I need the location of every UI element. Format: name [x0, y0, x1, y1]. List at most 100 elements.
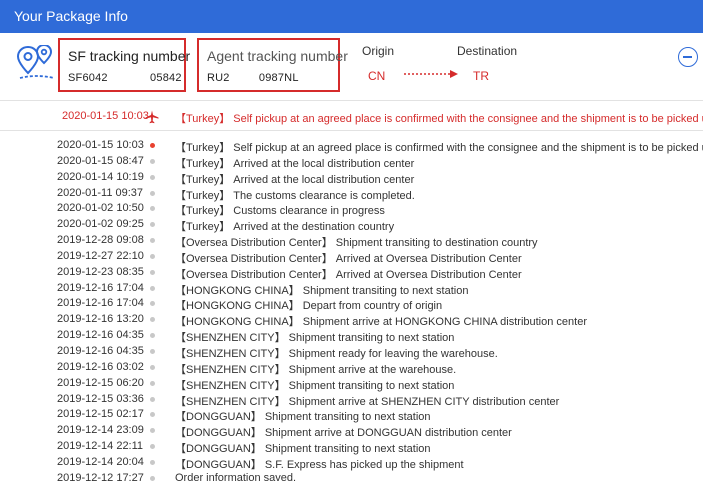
status-dot — [150, 317, 155, 323]
timeline-row: 2020-01-02 09:25 【Turkey】 Arrived at the … — [0, 217, 703, 233]
status-dot — [150, 269, 155, 275]
status-dot — [150, 396, 155, 402]
status-dot — [150, 380, 155, 386]
latest-status-time: 2020-01-15 10:03 — [62, 110, 149, 122]
divider — [0, 130, 703, 131]
event-time: 2019-12-16 17:04 — [57, 281, 144, 294]
event-message: 【SHENZHEN CITY】 Shipment arrive at SHENZ… — [175, 395, 560, 408]
status-dot — [150, 301, 155, 307]
latest-status-message: 【Turkey】 Self pickup at an agreed place … — [175, 113, 703, 125]
event-time: 2019-12-16 13:20 — [57, 313, 144, 326]
status-dot — [150, 412, 155, 418]
event-time: 2019-12-16 04:35 — [57, 344, 144, 357]
event-time: 2019-12-23 08:35 — [57, 265, 144, 278]
collapse-button[interactable] — [678, 47, 698, 67]
timeline-row: 2019-12-14 23:09 【DONGGUAN】 Shipment arri… — [0, 423, 703, 439]
status-dot — [150, 333, 155, 339]
event-message: 【SHENZHEN CITY】 Shipment arrive at the w… — [175, 363, 457, 376]
timeline-row: 2019-12-16 03:02 【SHENZHEN CITY】 Shipment… — [0, 360, 703, 376]
event-message: 【SHENZHEN CITY】 Shipment ready for leavi… — [175, 347, 498, 360]
plane-icon — [145, 110, 159, 124]
event-time: 2019-12-16 04:35 — [57, 329, 144, 342]
destination-header: Destination — [457, 44, 518, 58]
event-time: 2019-12-15 06:20 — [57, 376, 144, 389]
origin-header: Origin — [362, 44, 395, 58]
status-dot — [150, 174, 155, 180]
timeline-row: 2019-12-16 04:35 【SHENZHEN CITY】 Shipment… — [0, 328, 703, 344]
event-time: 2019-12-16 03:02 — [57, 360, 144, 373]
timeline-row: 2019-12-16 13:20 【HONGKONG CHINA】 Shipmen… — [0, 312, 703, 328]
status-dot — [150, 222, 155, 228]
event-message: 【HONGKONG CHINA】 Depart from country of … — [175, 300, 443, 313]
timeline-row: 2019-12-27 22:10 【Oversea Distribution Ce… — [0, 249, 703, 265]
package-summary: SF tracking number SF6042 05842 Agent tr… — [0, 33, 703, 100]
timeline-row: 2020-01-14 10:19 【Turkey】 Arrived at the … — [0, 170, 703, 186]
sf-tracking-label: SF tracking number — [68, 48, 191, 64]
timeline-row: 2019-12-23 08:35 【Oversea Distribution Ce… — [0, 265, 703, 281]
event-time: 2020-01-02 09:25 — [57, 218, 144, 231]
event-message: 【Turkey】 Arrived at the local distributi… — [175, 173, 415, 186]
event-message: 【Turkey】 Customs clearance in progress — [175, 205, 385, 218]
event-message: 【DONGGUAN】 Shipment transiting to next s… — [175, 443, 431, 456]
timeline-row: 2020-01-11 09:37 【Turkey】 The customs cle… — [0, 186, 703, 202]
status-dot — [150, 348, 155, 354]
event-message: Order information saved. — [175, 471, 297, 484]
status-dot — [150, 238, 155, 244]
timeline-row: 2020-01-15 10:03 【Turkey】 Self pickup at … — [0, 138, 703, 154]
timeline-row: 2019-12-16 04:35 【SHENZHEN CITY】 Shipment… — [0, 344, 703, 360]
destination-code: TR — [473, 69, 489, 83]
event-message: 【DONGGUAN】 S.F. Express has picked up th… — [175, 458, 464, 471]
event-time: 2019-12-14 20:04 — [57, 455, 144, 468]
sf-tracking-box: SF tracking number SF6042 05842 — [58, 38, 190, 92]
event-time: 2019-12-28 09:08 — [57, 234, 144, 247]
tracking-timeline: 2020-01-15 10:03 【Turkey】 Self pickup at … — [0, 138, 703, 487]
event-time: 2019-12-16 17:04 — [57, 297, 144, 310]
status-dot — [150, 190, 155, 196]
event-message: 【Oversea Distribution Center】 Arrived at… — [175, 268, 522, 281]
timeline-row: 2019-12-28 09:08 【Oversea Distribution Ce… — [0, 233, 703, 249]
event-time: 2020-01-11 09:37 — [57, 186, 144, 199]
latest-status: 2020-01-15 10:03 【Turkey】 Self pickup at… — [0, 108, 703, 126]
status-dot — [150, 428, 155, 434]
status-dot — [150, 285, 155, 291]
panel-title: Your Package Info — [0, 0, 703, 33]
timeline-row: 2019-12-15 03:36 【SHENZHEN CITY】 Shipment… — [0, 392, 703, 408]
location-pins-icon — [16, 45, 55, 79]
event-time: 2020-01-14 10:19 — [57, 170, 144, 183]
status-dot — [150, 475, 155, 481]
event-time: 2019-12-15 02:17 — [57, 408, 144, 421]
event-time: 2019-12-14 22:11 — [57, 440, 144, 453]
event-time: 2019-12-15 03:36 — [57, 392, 144, 405]
timeline-row: 2019-12-12 17:27 Order information saved. — [0, 471, 703, 487]
timeline-row: 2020-01-15 08:47 【Turkey】 Arrived at the … — [0, 154, 703, 170]
event-time: 2020-01-15 08:47 — [57, 154, 144, 167]
status-dot — [150, 158, 155, 164]
status-dot — [150, 206, 155, 212]
timeline-row: 2019-12-16 17:04 【HONGKONG CHINA】 Shipmen… — [0, 281, 703, 297]
event-message: 【SHENZHEN CITY】 Shipment transiting to n… — [175, 379, 455, 392]
event-message: 【HONGKONG CHINA】 Shipment arrive at HONG… — [175, 316, 587, 329]
agent-tracking-box: Agent tracking number RU2 0987NL — [197, 38, 348, 92]
status-dot — [150, 444, 155, 450]
event-message: 【Turkey】 The customs clearance is comple… — [175, 189, 415, 202]
event-message: 【DONGGUAN】 Shipment arrive at DONGGUAN d… — [175, 427, 512, 440]
timeline-row: 2020-01-02 10:50 【Turkey】 Customs clearan… — [0, 201, 703, 217]
event-message: 【Turkey】 Arrived at the destination coun… — [175, 221, 395, 234]
timeline-row: 2019-12-15 02:17 【DONGGUAN】 Shipment tran… — [0, 407, 703, 423]
divider — [0, 100, 703, 101]
event-message: 【Turkey】 Arrived at the local distributi… — [175, 157, 415, 170]
event-message: 【Oversea Distribution Center】 Arrived at… — [175, 252, 522, 265]
agent-tracking-label: Agent tracking number — [207, 48, 348, 64]
event-time: 2020-01-15 10:03 — [57, 139, 144, 151]
timeline-row: 2019-12-14 22:11 【DONGGUAN】 Shipment tran… — [0, 439, 703, 455]
origin-code: CN — [368, 69, 386, 83]
event-time: 2019-12-12 17:27 — [57, 471, 144, 484]
event-time: 2019-12-14 23:09 — [57, 424, 144, 437]
timeline-row: 2019-12-16 17:04 【HONGKONG CHINA】 Depart … — [0, 296, 703, 312]
status-dot — [150, 253, 155, 259]
event-time: 2019-12-27 22:10 — [57, 249, 144, 262]
event-time: 2020-01-02 10:50 — [57, 202, 144, 215]
route-arrow-icon — [404, 70, 458, 78]
agent-tracking-number[interactable]: RU2 0987NL — [207, 72, 299, 84]
sf-tracking-number[interactable]: SF6042 05842 — [68, 72, 182, 84]
